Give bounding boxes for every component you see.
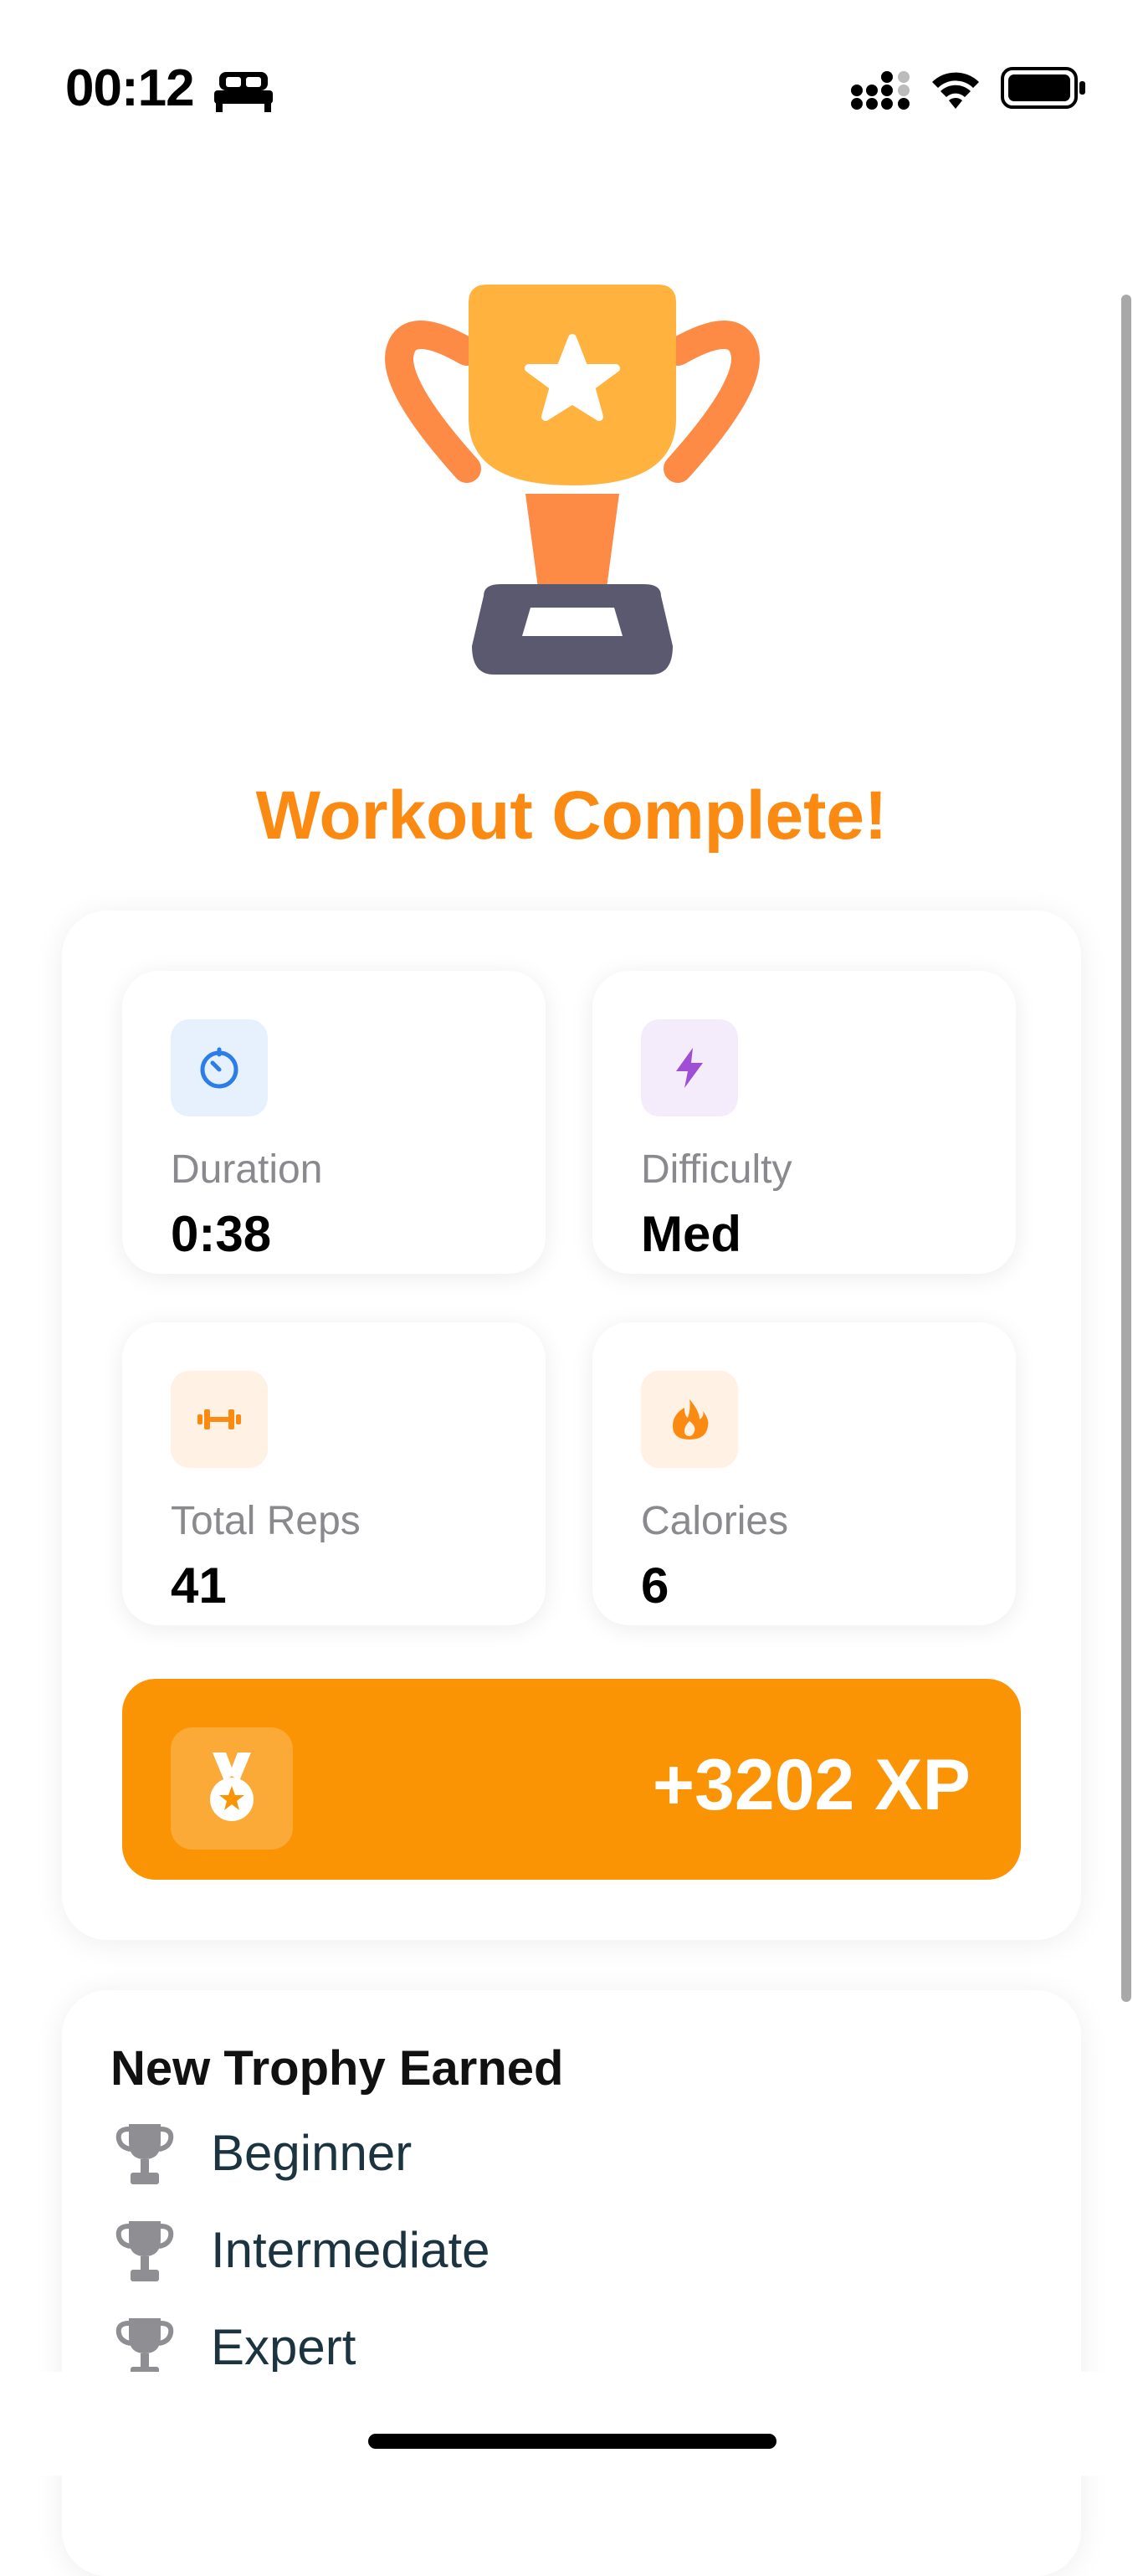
- dumbbell-icon-box: [171, 1371, 268, 1468]
- trophy-item: Intermediate: [110, 2213, 947, 2288]
- stat-card-calories: Calories 6: [592, 1322, 1016, 1625]
- xp-value: +3202 XP: [652, 1745, 971, 1825]
- stat-label: Calories: [641, 1499, 789, 1543]
- stopwatch-icon-box: [171, 1019, 268, 1116]
- stat-value: 0:38: [171, 1206, 272, 1262]
- lightning-icon-box: [641, 1019, 738, 1116]
- xp-reward-banner: +3202 XP: [122, 1679, 1021, 1880]
- stopwatch-icon: [200, 1047, 238, 1089]
- wifi-icon: [932, 72, 979, 109]
- lightning-icon: [676, 1048, 703, 1088]
- stat-card-difficulty: Difficulty Med: [592, 971, 1016, 1274]
- stat-card-duration: Duration 0:38: [122, 971, 546, 1274]
- home-indicator[interactable]: [368, 2434, 777, 2449]
- stat-card-total-reps: Total Reps 41: [122, 1322, 546, 1625]
- trophy-icon: [115, 2124, 174, 2184]
- trophy-label: Expert: [211, 2319, 356, 2375]
- signal-icon: [851, 71, 910, 110]
- status-time: 00:12: [65, 59, 195, 117]
- battery-icon: [1001, 67, 1085, 109]
- stat-label: Duration: [171, 1147, 323, 1192]
- trophy-item: Beginner: [110, 2116, 947, 2191]
- trophy-icon: [115, 2221, 174, 2281]
- stat-value: 41: [171, 1557, 227, 1614]
- trophy-icon: [385, 285, 760, 675]
- trophy-label: Beginner: [211, 2125, 413, 2181]
- scrollbar[interactable]: [1121, 295, 1131, 2002]
- stat-value: Med: [641, 1206, 741, 1262]
- medal-icon-box: [171, 1727, 293, 1850]
- new-trophies-card: New Trophy Earned Beginner Intermediate: [62, 1990, 1081, 2576]
- flame-icon: [673, 1399, 709, 1439]
- stat-label: Total Reps: [171, 1499, 361, 1543]
- trophies-heading: New Trophy Earned: [110, 2041, 564, 2096]
- bottom-safe-area: [0, 2372, 1143, 2476]
- trophy-label: Intermediate: [211, 2222, 490, 2278]
- stat-value: 6: [641, 1557, 669, 1614]
- flame-icon-box: [641, 1371, 738, 1468]
- page-title: Workout Complete!: [255, 777, 888, 854]
- medal-icon: [210, 1752, 254, 1821]
- bed-icon: [214, 72, 273, 112]
- dumbbell-icon: [197, 1409, 241, 1429]
- workout-summary-card: Duration 0:38 Difficulty Med Total Reps …: [62, 911, 1081, 1940]
- stat-label: Difficulty: [641, 1147, 792, 1192]
